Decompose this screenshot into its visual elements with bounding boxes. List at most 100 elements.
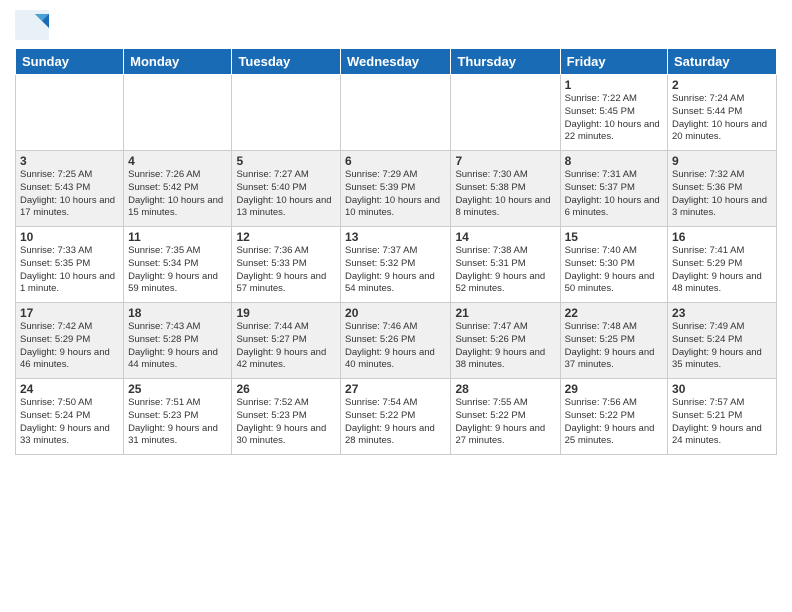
calendar-cell: 13Sunrise: 7:37 AM Sunset: 5:32 PM Dayli… <box>341 227 451 303</box>
day-info: Sunrise: 7:37 AM Sunset: 5:32 PM Dayligh… <box>345 245 446 296</box>
calendar-week-row: 3Sunrise: 7:25 AM Sunset: 5:43 PM Daylig… <box>16 151 777 227</box>
calendar-cell: 7Sunrise: 7:30 AM Sunset: 5:38 PM Daylig… <box>451 151 560 227</box>
day-number: 8 <box>565 154 663 168</box>
calendar-cell <box>451 75 560 151</box>
day-number: 26 <box>236 382 336 396</box>
calendar-table: Sunday Monday Tuesday Wednesday Thursday… <box>15 48 777 455</box>
day-number: 15 <box>565 230 663 244</box>
calendar-cell: 26Sunrise: 7:52 AM Sunset: 5:23 PM Dayli… <box>232 379 341 455</box>
day-number: 1 <box>565 78 663 92</box>
calendar-cell: 1Sunrise: 7:22 AM Sunset: 5:45 PM Daylig… <box>560 75 667 151</box>
day-number: 10 <box>20 230 119 244</box>
day-number: 5 <box>236 154 336 168</box>
day-info: Sunrise: 7:40 AM Sunset: 5:30 PM Dayligh… <box>565 245 663 296</box>
calendar-cell: 15Sunrise: 7:40 AM Sunset: 5:30 PM Dayli… <box>560 227 667 303</box>
day-info: Sunrise: 7:48 AM Sunset: 5:25 PM Dayligh… <box>565 321 663 372</box>
day-info: Sunrise: 7:24 AM Sunset: 5:44 PM Dayligh… <box>672 93 772 144</box>
calendar-cell: 16Sunrise: 7:41 AM Sunset: 5:29 PM Dayli… <box>668 227 777 303</box>
day-info: Sunrise: 7:38 AM Sunset: 5:31 PM Dayligh… <box>455 245 555 296</box>
day-number: 21 <box>455 306 555 320</box>
calendar-cell: 5Sunrise: 7:27 AM Sunset: 5:40 PM Daylig… <box>232 151 341 227</box>
calendar-cell: 17Sunrise: 7:42 AM Sunset: 5:29 PM Dayli… <box>16 303 124 379</box>
calendar-cell: 19Sunrise: 7:44 AM Sunset: 5:27 PM Dayli… <box>232 303 341 379</box>
calendar-cell: 4Sunrise: 7:26 AM Sunset: 5:42 PM Daylig… <box>124 151 232 227</box>
header-friday: Friday <box>560 49 667 75</box>
calendar-cell <box>341 75 451 151</box>
calendar-cell: 11Sunrise: 7:35 AM Sunset: 5:34 PM Dayli… <box>124 227 232 303</box>
day-info: Sunrise: 7:32 AM Sunset: 5:36 PM Dayligh… <box>672 169 772 220</box>
calendar-week-row: 24Sunrise: 7:50 AM Sunset: 5:24 PM Dayli… <box>16 379 777 455</box>
header-tuesday: Tuesday <box>232 49 341 75</box>
calendar-cell: 18Sunrise: 7:43 AM Sunset: 5:28 PM Dayli… <box>124 303 232 379</box>
day-number: 23 <box>672 306 772 320</box>
header-sunday: Sunday <box>16 49 124 75</box>
day-info: Sunrise: 7:36 AM Sunset: 5:33 PM Dayligh… <box>236 245 336 296</box>
day-info: Sunrise: 7:54 AM Sunset: 5:22 PM Dayligh… <box>345 397 446 448</box>
day-info: Sunrise: 7:42 AM Sunset: 5:29 PM Dayligh… <box>20 321 119 372</box>
day-number: 29 <box>565 382 663 396</box>
day-info: Sunrise: 7:41 AM Sunset: 5:29 PM Dayligh… <box>672 245 772 296</box>
day-info: Sunrise: 7:31 AM Sunset: 5:37 PM Dayligh… <box>565 169 663 220</box>
day-number: 18 <box>128 306 227 320</box>
calendar-cell: 8Sunrise: 7:31 AM Sunset: 5:37 PM Daylig… <box>560 151 667 227</box>
day-info: Sunrise: 7:57 AM Sunset: 5:21 PM Dayligh… <box>672 397 772 448</box>
calendar-week-row: 17Sunrise: 7:42 AM Sunset: 5:29 PM Dayli… <box>16 303 777 379</box>
calendar-cell: 30Sunrise: 7:57 AM Sunset: 5:21 PM Dayli… <box>668 379 777 455</box>
day-number: 27 <box>345 382 446 396</box>
day-info: Sunrise: 7:30 AM Sunset: 5:38 PM Dayligh… <box>455 169 555 220</box>
day-number: 19 <box>236 306 336 320</box>
calendar-cell: 23Sunrise: 7:49 AM Sunset: 5:24 PM Dayli… <box>668 303 777 379</box>
day-number: 16 <box>672 230 772 244</box>
day-number: 6 <box>345 154 446 168</box>
day-number: 7 <box>455 154 555 168</box>
day-number: 30 <box>672 382 772 396</box>
calendar-cell <box>124 75 232 151</box>
day-info: Sunrise: 7:55 AM Sunset: 5:22 PM Dayligh… <box>455 397 555 448</box>
day-info: Sunrise: 7:52 AM Sunset: 5:23 PM Dayligh… <box>236 397 336 448</box>
calendar-cell: 20Sunrise: 7:46 AM Sunset: 5:26 PM Dayli… <box>341 303 451 379</box>
day-number: 12 <box>236 230 336 244</box>
logo <box>15 10 49 40</box>
header-thursday: Thursday <box>451 49 560 75</box>
day-number: 22 <box>565 306 663 320</box>
day-info: Sunrise: 7:47 AM Sunset: 5:26 PM Dayligh… <box>455 321 555 372</box>
calendar-cell: 3Sunrise: 7:25 AM Sunset: 5:43 PM Daylig… <box>16 151 124 227</box>
calendar-cell: 22Sunrise: 7:48 AM Sunset: 5:25 PM Dayli… <box>560 303 667 379</box>
page-header <box>15 10 777 40</box>
day-number: 20 <box>345 306 446 320</box>
weekday-header-row: Sunday Monday Tuesday Wednesday Thursday… <box>16 49 777 75</box>
day-info: Sunrise: 7:35 AM Sunset: 5:34 PM Dayligh… <box>128 245 227 296</box>
logo-icon <box>15 10 49 40</box>
calendar-week-row: 1Sunrise: 7:22 AM Sunset: 5:45 PM Daylig… <box>16 75 777 151</box>
calendar-cell: 9Sunrise: 7:32 AM Sunset: 5:36 PM Daylig… <box>668 151 777 227</box>
day-number: 24 <box>20 382 119 396</box>
day-number: 28 <box>455 382 555 396</box>
calendar-cell: 28Sunrise: 7:55 AM Sunset: 5:22 PM Dayli… <box>451 379 560 455</box>
day-number: 17 <box>20 306 119 320</box>
calendar-page: Sunday Monday Tuesday Wednesday Thursday… <box>0 0 792 612</box>
day-number: 13 <box>345 230 446 244</box>
calendar-week-row: 10Sunrise: 7:33 AM Sunset: 5:35 PM Dayli… <box>16 227 777 303</box>
day-number: 14 <box>455 230 555 244</box>
calendar-cell: 21Sunrise: 7:47 AM Sunset: 5:26 PM Dayli… <box>451 303 560 379</box>
calendar-cell: 24Sunrise: 7:50 AM Sunset: 5:24 PM Dayli… <box>16 379 124 455</box>
calendar-cell: 12Sunrise: 7:36 AM Sunset: 5:33 PM Dayli… <box>232 227 341 303</box>
day-info: Sunrise: 7:46 AM Sunset: 5:26 PM Dayligh… <box>345 321 446 372</box>
header-wednesday: Wednesday <box>341 49 451 75</box>
calendar-cell <box>232 75 341 151</box>
day-number: 25 <box>128 382 227 396</box>
day-info: Sunrise: 7:22 AM Sunset: 5:45 PM Dayligh… <box>565 93 663 144</box>
day-number: 11 <box>128 230 227 244</box>
day-info: Sunrise: 7:43 AM Sunset: 5:28 PM Dayligh… <box>128 321 227 372</box>
day-info: Sunrise: 7:29 AM Sunset: 5:39 PM Dayligh… <box>345 169 446 220</box>
day-info: Sunrise: 7:51 AM Sunset: 5:23 PM Dayligh… <box>128 397 227 448</box>
header-monday: Monday <box>124 49 232 75</box>
calendar-cell: 25Sunrise: 7:51 AM Sunset: 5:23 PM Dayli… <box>124 379 232 455</box>
day-info: Sunrise: 7:44 AM Sunset: 5:27 PM Dayligh… <box>236 321 336 372</box>
calendar-cell: 10Sunrise: 7:33 AM Sunset: 5:35 PM Dayli… <box>16 227 124 303</box>
day-info: Sunrise: 7:27 AM Sunset: 5:40 PM Dayligh… <box>236 169 336 220</box>
day-info: Sunrise: 7:50 AM Sunset: 5:24 PM Dayligh… <box>20 397 119 448</box>
day-info: Sunrise: 7:49 AM Sunset: 5:24 PM Dayligh… <box>672 321 772 372</box>
day-number: 2 <box>672 78 772 92</box>
header-saturday: Saturday <box>668 49 777 75</box>
